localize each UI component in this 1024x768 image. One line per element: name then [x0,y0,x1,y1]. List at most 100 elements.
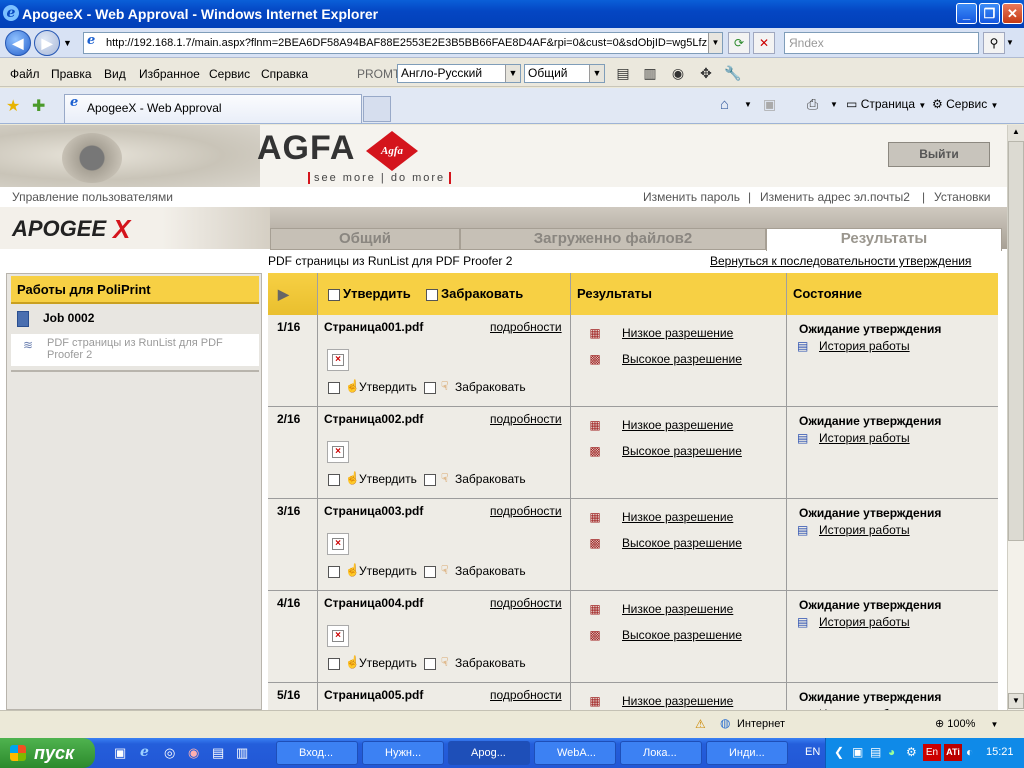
browser-tab-active[interactable]: e ApogeeX - Web Approval [64,94,362,123]
approve-checkbox[interactable] [328,564,340,578]
maximize-button[interactable]: ❐ [979,3,1000,24]
close-button[interactable]: ✕ [1002,3,1023,24]
tray-arrow-icon[interactable]: ❮ [834,745,844,759]
menu-file[interactable]: Файл [10,67,40,81]
details-link[interactable]: подробности [490,412,562,426]
thumbnail-placeholder[interactable]: × [327,349,349,371]
tray-icon[interactable]: ▣ [852,745,863,759]
language-indicator[interactable]: EN [805,746,820,758]
quicklaunch-icon[interactable]: ▣ [114,745,126,761]
add-favorite-icon[interactable]: ✚ [32,96,45,116]
job-item[interactable]: Job 0002 [43,311,94,325]
refresh-button[interactable]: ⟳ [728,32,750,54]
taskbar-item-active[interactable]: Apog... [448,741,530,765]
details-link[interactable]: подробности [490,596,562,610]
low-res-link[interactable]: Низкое разрешение [622,326,733,340]
select-all-header[interactable]: ▶ [268,273,318,315]
taskbar-item[interactable]: Вход... [276,741,358,765]
tools-menu[interactable]: ⚙ Сервис ▼ [932,97,998,111]
reject-checkbox[interactable] [424,472,436,486]
new-tab-button[interactable] [363,96,391,122]
settings-link[interactable]: Установки [934,190,990,204]
translate-page-icon[interactable]: ▤ [614,64,632,82]
approve-checkbox[interactable] [328,472,340,486]
tray-icon[interactable]: ◕ [888,745,895,759]
vertical-scrollbar[interactable]: ▲ ▼ [1007,125,1024,710]
search-input[interactable]: Яndex [784,32,979,54]
minimize-button[interactable]: _ [956,3,977,24]
stop-button[interactable]: ✕ [753,32,775,54]
approve-checkbox[interactable] [328,380,340,394]
tray-lang-badge[interactable]: En [923,744,941,761]
ati-icon[interactable]: ATi [944,744,962,761]
search-options-icon[interactable]: ▼ [1006,38,1014,47]
change-password-link[interactable]: Изменить пароль [643,190,740,204]
translation-direction-select[interactable]: Англо-Русский ▼ [397,64,521,83]
quicklaunch-icon[interactable]: ◉ [188,745,199,761]
quicklaunch-icon[interactable]: ▤ [212,745,224,761]
start-button[interactable]: пуск [0,738,95,768]
details-link[interactable]: подробности [490,320,562,334]
menu-edit[interactable]: Правка [51,67,92,81]
print-icon[interactable]: ⎙ [807,96,818,113]
forward-button[interactable]: ▶ [34,30,60,56]
menu-view[interactable]: Вид [104,67,126,81]
low-res-link[interactable]: Низкое разрешение [622,418,733,432]
tab-results[interactable]: Результаты [766,228,1002,250]
history-dropdown-icon[interactable]: ▼ [63,38,72,48]
url-dropdown-icon[interactable]: ▼ [708,33,722,53]
tab-uploaded-files[interactable]: Загруженно файлов2 [460,228,766,250]
change-email-link[interactable]: Изменить адрес эл.почты2 [760,190,910,204]
high-res-link[interactable]: Высокое разрешение [622,352,742,366]
home-icon[interactable]: ⌂ [720,96,729,113]
tools-icon[interactable]: ✥ [697,64,715,82]
home-dropdown-icon[interactable]: ▼ [744,100,752,109]
high-res-link[interactable]: Высокое разрешение [622,536,742,550]
quicklaunch-icon[interactable]: ▥ [236,745,248,761]
url-input[interactable]: e http://192.168.1.7/main.aspx?flnm=2BEA… [83,32,723,54]
ie-quicklaunch-icon[interactable]: e [140,744,149,760]
high-res-link[interactable]: Высокое разрешение [622,628,742,642]
low-res-link[interactable]: Низкое разрешение [622,510,733,524]
history-link[interactable]: История работы [819,431,910,445]
menu-help[interactable]: Справка [261,67,308,81]
search-icon[interactable]: ⚲ [983,32,1005,54]
menu-tools[interactable]: Сервис [209,67,250,81]
low-res-link[interactable]: Низкое разрешение [622,602,733,616]
history-link[interactable]: История работы [819,339,910,353]
details-link[interactable]: подробности [490,688,562,702]
thumbnail-placeholder[interactable]: × [327,533,349,555]
header-approve-checkbox[interactable]: Утвердить [328,273,411,315]
tray-icon[interactable]: ⚙ [906,745,917,759]
volume-icon[interactable]: ◐ [966,745,973,759]
logout-button[interactable]: Выйти [888,142,990,167]
history-link[interactable]: История работы [819,523,910,537]
reject-checkbox[interactable] [424,380,436,394]
feeds-icon[interactable]: ▣ [763,96,776,113]
details-link[interactable]: подробности [490,504,562,518]
scroll-thumb[interactable] [1008,141,1024,541]
approve-checkbox[interactable] [328,656,340,670]
low-res-link[interactable]: Низкое разрешение [622,694,733,708]
quicklaunch-icon[interactable]: ◎ [164,745,175,761]
high-res-link[interactable]: Высокое разрешение [622,444,742,458]
reject-checkbox[interactable] [424,656,436,670]
taskbar-item[interactable]: WebA... [534,741,616,765]
translate-selection-icon[interactable]: ▥ [641,64,659,82]
reject-checkbox[interactable] [424,564,436,578]
taskbar-item[interactable]: Нужн... [362,741,444,765]
menu-favorites[interactable]: Избранное [139,67,200,81]
user-management-link[interactable]: Управление пользователями [12,190,173,204]
scroll-up-button[interactable]: ▲ [1008,125,1024,141]
page-menu[interactable]: ▭ Страница ▼ [846,97,926,111]
tray-icon[interactable]: ▤ [870,745,881,759]
zoom-control[interactable]: ⊕ 100% ▼ [935,717,998,730]
tab-general[interactable]: Общий [270,228,460,250]
print-dropdown-icon[interactable]: ▼ [830,100,838,109]
taskbar-item[interactable]: Лока... [620,741,702,765]
job-subitem[interactable]: ≋ PDF страницы из RunList для PDF Proofe… [11,334,259,366]
thumbnail-placeholder[interactable]: × [327,441,349,463]
thumbnail-placeholder[interactable]: × [327,625,349,647]
header-reject-checkbox[interactable]: Забраковать [426,273,523,315]
scroll-down-button[interactable]: ▼ [1008,693,1024,709]
